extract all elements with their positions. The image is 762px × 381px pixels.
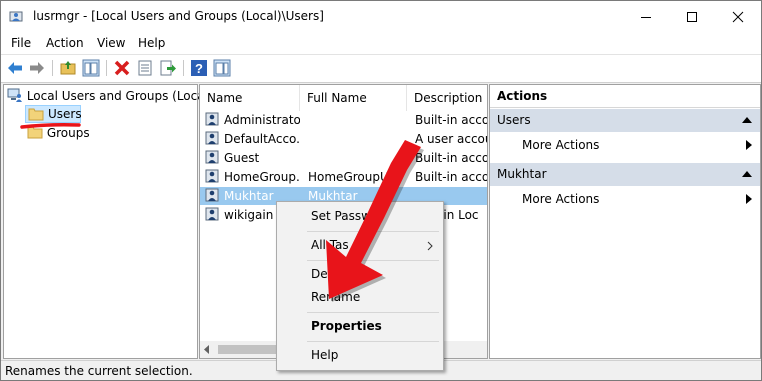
actions-section-users[interactable]: Users (490, 109, 760, 132)
section-users-label: Users (497, 113, 531, 127)
actions-pane: Actions Users More Actions Mukhtar More … (489, 84, 761, 359)
close-icon (732, 11, 744, 22)
menu-item-properties[interactable]: Properties (311, 319, 382, 333)
close-button[interactable] (715, 1, 761, 32)
minimize-button[interactable] (623, 1, 669, 32)
more-actions-users[interactable]: More Actions (522, 138, 599, 152)
user-icon (205, 188, 219, 202)
menu-separator (307, 341, 439, 342)
row-description: Built-in accou (415, 151, 487, 165)
help-icon[interactable]: ? (190, 59, 208, 77)
menu-item-set-password[interactable]: Set Passwo (311, 209, 378, 223)
row-name: HomeGroup... (224, 170, 300, 184)
back-icon[interactable] (6, 59, 24, 77)
collapse-up-icon[interactable] (742, 171, 752, 177)
column-header-name[interactable]: Name (200, 85, 300, 111)
menu-separator (307, 231, 439, 232)
section-mukhtar-label: Mukhtar (497, 167, 547, 181)
column-header-description[interactable]: Description (407, 85, 487, 111)
minimize-icon (641, 16, 651, 18)
menu-help[interactable]: Help (138, 36, 165, 50)
scrollbar-thumb[interactable] (218, 345, 280, 354)
tree-item-users[interactable]: Users (25, 105, 82, 123)
user-icon (205, 131, 219, 145)
row-name: DefaultAcco... (224, 132, 300, 146)
row-description: A user accou (415, 132, 487, 146)
row-name: Administrator (224, 113, 300, 127)
submenu-chevron-icon (427, 241, 433, 251)
properties-icon[interactable] (136, 59, 154, 77)
user-icon (205, 150, 219, 164)
tree-item-groups-label: Groups (46, 126, 90, 140)
svg-text:?: ? (195, 61, 203, 76)
row-description: Built-in accou (415, 170, 487, 184)
more-actions-mukhtar[interactable]: More Actions (522, 192, 599, 206)
folder-icon (28, 108, 44, 121)
tree-item-users-label: Users (48, 107, 82, 121)
up-folder-icon[interactable] (59, 59, 77, 77)
menu-item-rename[interactable]: Rename (311, 290, 360, 304)
forward-icon[interactable] (28, 59, 46, 77)
menu-action[interactable]: Action (46, 36, 84, 50)
export-icon[interactable] (159, 59, 177, 77)
menu-bar: File Action View Help (1, 32, 761, 54)
show-tree-icon[interactable] (82, 59, 100, 77)
column-header-full-name[interactable]: Full Name (300, 85, 407, 111)
table-row[interactable]: HomeGroup... HomeGroupUs Built-in accou (200, 168, 487, 186)
tree-root[interactable]: Local Users and Groups (Local) (7, 88, 213, 103)
menu-file[interactable]: File (11, 36, 31, 50)
menu-separator (307, 260, 439, 261)
menu-view[interactable]: View (97, 36, 125, 50)
toolbar-separator (52, 60, 53, 76)
toolbar-separator (183, 60, 184, 76)
folder-icon (27, 126, 43, 139)
table-row[interactable]: DefaultAcco... A user accou (200, 130, 487, 148)
toolbar: ? (1, 54, 761, 83)
user-icon (205, 207, 219, 221)
menu-separator (307, 312, 439, 313)
maximize-button[interactable] (669, 1, 715, 32)
delete-icon[interactable] (113, 59, 131, 77)
toolbar-separator (106, 60, 107, 76)
title-bar[interactable]: lusrmgr - [Local Users and Groups (Local… (1, 1, 761, 32)
row-name: Guest (224, 151, 260, 165)
submenu-arrow-icon (746, 194, 752, 204)
context-menu: Set Passwo All Tas Delete Rename Propert… (276, 201, 444, 371)
computer-users-icon (7, 88, 22, 102)
window-title: lusrmgr - [Local Users and Groups (Local… (33, 9, 324, 23)
actions-title: Actions (490, 85, 760, 108)
actions-section-mukhtar[interactable]: Mukhtar (490, 163, 760, 186)
table-row[interactable]: Administrator Built-in accou (200, 111, 487, 129)
menu-item-help[interactable]: Help (311, 348, 338, 362)
show-action-pane-icon[interactable] (213, 59, 231, 77)
maximize-icon (687, 11, 697, 22)
row-description: Built-in accou (415, 113, 487, 127)
submenu-arrow-icon (746, 140, 752, 150)
tree-root-label: Local Users and Groups (Local) (26, 89, 213, 103)
scroll-left-icon[interactable] (203, 345, 211, 354)
console-tree: Local Users and Groups (Local) Users Gro… (3, 84, 213, 359)
menu-item-delete[interactable]: Delete (311, 267, 350, 281)
user-icon (205, 112, 219, 126)
user-icon (205, 169, 219, 183)
table-row[interactable]: Guest Built-in accou (200, 149, 487, 167)
status-text: Renames the current selection. (5, 364, 193, 378)
row-full-name: HomeGroupUs (308, 170, 396, 184)
menu-item-all-tasks[interactable]: All Tas (311, 238, 349, 252)
tree-item-groups[interactable]: Groups (27, 125, 90, 140)
users-app-icon (9, 11, 23, 22)
collapse-up-icon[interactable] (742, 117, 752, 123)
